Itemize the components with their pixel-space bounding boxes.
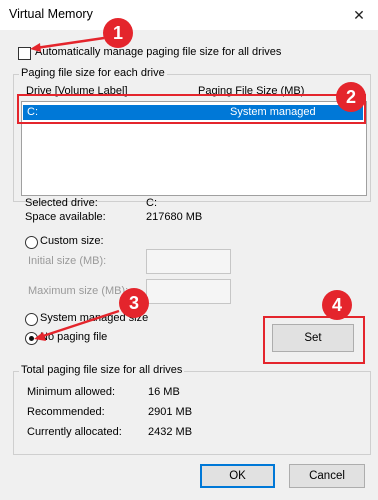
annotation-arrows [30, 36, 120, 341]
step-marker-2: 2 [336, 82, 366, 112]
arrow-3-head [34, 332, 46, 341]
step-marker-3: 3 [119, 288, 149, 318]
arrow-1-line [35, 36, 105, 50]
arrow-3-line [39, 309, 120, 339]
step-marker-4: 4 [322, 290, 352, 320]
step-marker-1: 1 [103, 18, 133, 48]
arrow-1-head [30, 43, 41, 52]
